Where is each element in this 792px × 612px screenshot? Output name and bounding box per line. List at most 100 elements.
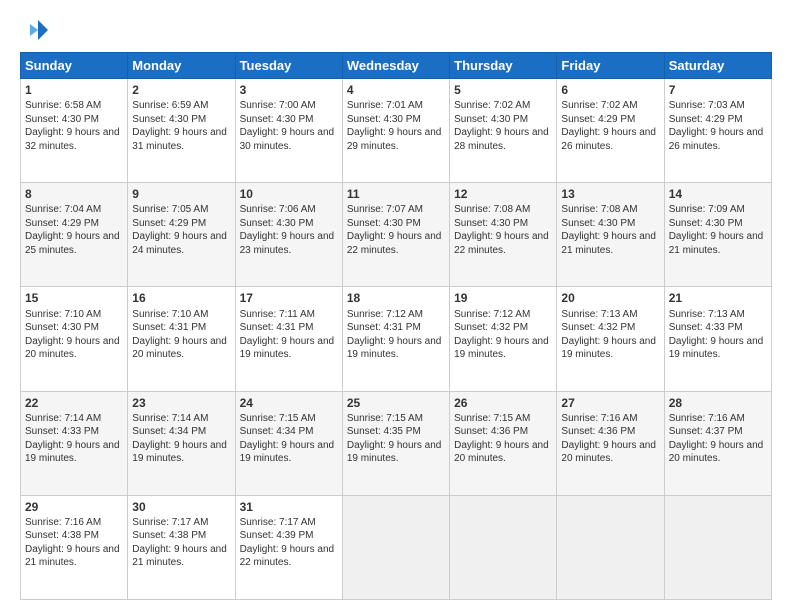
calendar-cell: 14Sunrise: 7:09 AMSunset: 4:30 PMDayligh… (664, 183, 771, 287)
sunset-text: Sunset: 4:30 PM (454, 218, 528, 229)
sunset-text: Sunset: 4:30 PM (561, 218, 635, 229)
day-header-tuesday: Tuesday (235, 53, 342, 79)
sunset-text: Sunset: 4:30 PM (132, 114, 206, 125)
calendar-cell: 6Sunrise: 7:02 AMSunset: 4:29 PMDaylight… (557, 79, 664, 183)
calendar-cell: 28Sunrise: 7:16 AMSunset: 4:37 PMDayligh… (664, 391, 771, 495)
day-number: 16 (132, 290, 230, 306)
sunset-text: Sunset: 4:29 PM (25, 218, 99, 229)
day-number: 12 (454, 186, 552, 202)
sunrise-text: Sunrise: 7:13 AM (561, 309, 637, 320)
daylight-text: Daylight: 9 hours and 20 minutes. (25, 336, 120, 361)
sunset-text: Sunset: 4:33 PM (25, 426, 99, 437)
day-number: 24 (240, 395, 338, 411)
calendar-cell (342, 495, 449, 599)
calendar-header-row: SundayMondayTuesdayWednesdayThursdayFrid… (21, 53, 772, 79)
day-number: 17 (240, 290, 338, 306)
sunrise-text: Sunrise: 7:14 AM (25, 413, 101, 424)
calendar-cell: 3Sunrise: 7:00 AMSunset: 4:30 PMDaylight… (235, 79, 342, 183)
day-number: 26 (454, 395, 552, 411)
calendar-cell: 24Sunrise: 7:15 AMSunset: 4:34 PMDayligh… (235, 391, 342, 495)
daylight-text: Daylight: 9 hours and 22 minutes. (240, 544, 335, 569)
sunset-text: Sunset: 4:32 PM (561, 322, 635, 333)
sunset-text: Sunset: 4:30 PM (25, 322, 99, 333)
day-header-wednesday: Wednesday (342, 53, 449, 79)
day-header-saturday: Saturday (664, 53, 771, 79)
daylight-text: Daylight: 9 hours and 19 minutes. (561, 336, 656, 361)
calendar-week-row: 8 Sunrise: 7:04 AM Sunset: 4:29 PM Daylight… (21, 183, 772, 287)
daylight-text: Daylight: 9 hours and 20 minutes. (132, 336, 227, 361)
sunset-text: Sunset: 4:30 PM (347, 218, 421, 229)
calendar-cell: 10Sunrise: 7:06 AMSunset: 4:30 PMDayligh… (235, 183, 342, 287)
sunrise-text: Sunrise: 6:58 AM (25, 100, 101, 111)
sunrise-text: Sunrise: 7:03 AM (669, 100, 745, 111)
sunset-text: Sunset: 4:34 PM (240, 426, 314, 437)
daylight-text: Daylight: 9 hours and 20 minutes. (669, 440, 764, 465)
day-number: 18 (347, 290, 445, 306)
daylight-text: Daylight: 9 hours and 32 minutes. (25, 127, 120, 152)
daylight-text: Daylight: 9 hours and 25 minutes. (25, 231, 120, 256)
sunrise-text: Sunrise: 7:13 AM (669, 309, 745, 320)
sunset-text: Sunset: 4:30 PM (454, 114, 528, 125)
sunrise-text: Sunrise: 7:11 AM (240, 309, 315, 320)
day-number: 1 (25, 82, 123, 98)
calendar-cell (557, 495, 664, 599)
calendar-week-row: 22Sunrise: 7:14 AMSunset: 4:33 PMDayligh… (21, 391, 772, 495)
sunrise-text: Sunrise: 7:15 AM (347, 413, 423, 424)
daylight-text: Daylight: 9 hours and 26 minutes. (561, 127, 656, 152)
sunrise-text: Sunrise: 7:12 AM (454, 309, 530, 320)
sunset-text: Sunset: 4:30 PM (25, 114, 99, 125)
calendar-cell: 7Sunrise: 7:03 AMSunset: 4:29 PMDaylight… (664, 79, 771, 183)
calendar-cell: 27Sunrise: 7:16 AMSunset: 4:36 PMDayligh… (557, 391, 664, 495)
sunset-text: Sunset: 4:29 PM (669, 114, 743, 125)
sunset-text: Sunset: 4:38 PM (25, 530, 99, 541)
sunrise-text: Sunrise: 7:08 AM (454, 204, 530, 215)
daylight-text: Daylight: 9 hours and 21 minutes. (669, 231, 764, 256)
day-number: 7 (669, 82, 767, 98)
sunset-text: Sunset: 4:31 PM (240, 322, 314, 333)
day-number: 9 (132, 186, 230, 202)
sunset-text: Sunset: 4:30 PM (240, 218, 314, 229)
sunrise-text: Sunrise: 7:17 AM (240, 517, 316, 528)
day-number: 23 (132, 395, 230, 411)
day-number: 8 (25, 186, 123, 202)
day-number: 11 (347, 186, 445, 202)
sunrise-text: Sunrise: 7:16 AM (561, 413, 637, 424)
sunrise-text: Sunrise: 7:14 AM (132, 413, 208, 424)
sunrise-text: Sunrise: 7:15 AM (240, 413, 316, 424)
sunset-text: Sunset: 4:33 PM (669, 322, 743, 333)
day-number: 27 (561, 395, 659, 411)
sunrise-text: Sunrise: 7:04 AM (25, 204, 101, 215)
sunrise-text: Sunrise: 7:01 AM (347, 100, 423, 111)
sunset-text: Sunset: 4:38 PM (132, 530, 206, 541)
day-number: 29 (25, 499, 123, 515)
day-number: 30 (132, 499, 230, 515)
calendar-cell: 25Sunrise: 7:15 AMSunset: 4:35 PMDayligh… (342, 391, 449, 495)
calendar-cell: 1 Sunrise: 6:58 AM Sunset: 4:30 PM Daylight… (21, 79, 128, 183)
day-number: 28 (669, 395, 767, 411)
sunset-text: Sunset: 4:36 PM (454, 426, 528, 437)
daylight-text: Daylight: 9 hours and 28 minutes. (454, 127, 549, 152)
sunset-text: Sunset: 4:31 PM (347, 322, 421, 333)
calendar-cell: 11Sunrise: 7:07 AMSunset: 4:30 PMDayligh… (342, 183, 449, 287)
sunrise-text: Sunrise: 7:10 AM (25, 309, 101, 320)
daylight-text: Daylight: 9 hours and 24 minutes. (132, 231, 227, 256)
sunrise-text: Sunrise: 7:17 AM (132, 517, 208, 528)
day-header-monday: Monday (128, 53, 235, 79)
sunrise-text: Sunrise: 7:07 AM (347, 204, 423, 215)
calendar-cell: 5Sunrise: 7:02 AMSunset: 4:30 PMDaylight… (450, 79, 557, 183)
daylight-text: Daylight: 9 hours and 21 minutes. (25, 544, 120, 569)
day-number: 5 (454, 82, 552, 98)
sunrise-text: Sunrise: 7:12 AM (347, 309, 423, 320)
calendar-cell: 12Sunrise: 7:08 AMSunset: 4:30 PMDayligh… (450, 183, 557, 287)
sunrise-text: Sunrise: 7:16 AM (25, 517, 101, 528)
daylight-text: Daylight: 9 hours and 30 minutes. (240, 127, 335, 152)
daylight-text: Daylight: 9 hours and 23 minutes. (240, 231, 335, 256)
daylight-text: Daylight: 9 hours and 19 minutes. (454, 336, 549, 361)
calendar-cell: 15Sunrise: 7:10 AMSunset: 4:30 PMDayligh… (21, 287, 128, 391)
sunrise-text: Sunrise: 7:16 AM (669, 413, 745, 424)
sunset-text: Sunset: 4:34 PM (132, 426, 206, 437)
calendar-cell: 31Sunrise: 7:17 AMSunset: 4:39 PMDayligh… (235, 495, 342, 599)
daylight-text: Daylight: 9 hours and 31 minutes. (132, 127, 227, 152)
day-number: 20 (561, 290, 659, 306)
calendar-cell: 21Sunrise: 7:13 AMSunset: 4:33 PMDayligh… (664, 287, 771, 391)
